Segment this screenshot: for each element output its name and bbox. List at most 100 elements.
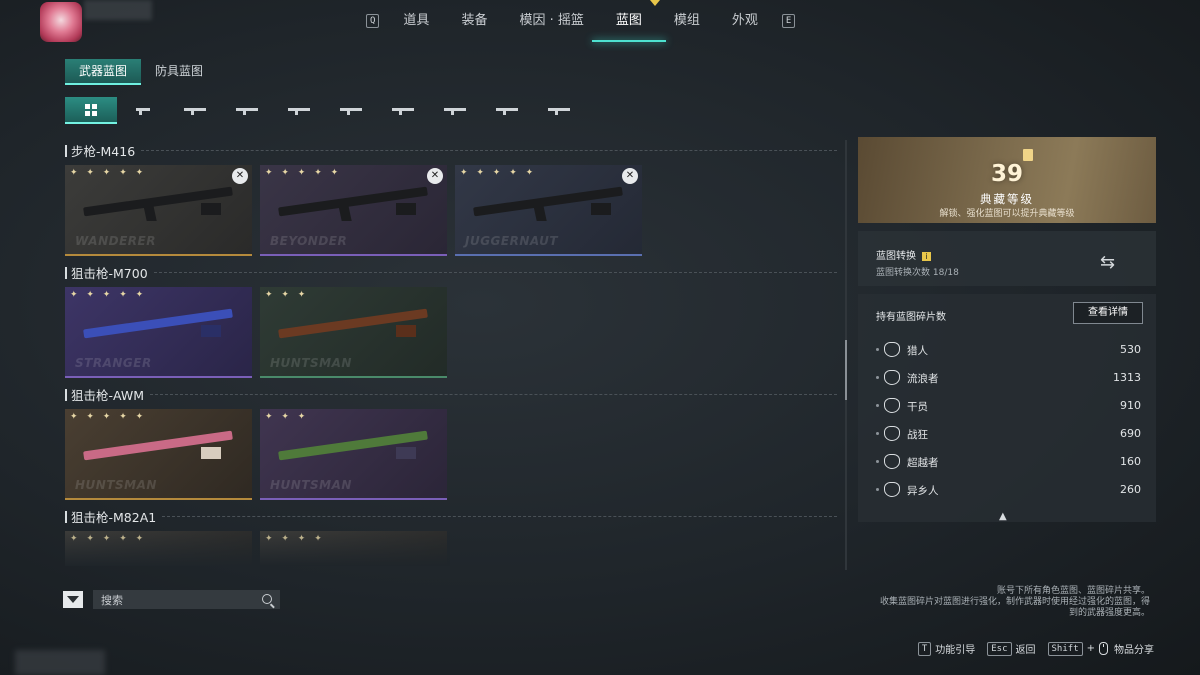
fragment-row: 流浪者 1313 [876, 368, 1141, 388]
swap-icon[interactable]: ⇆ [1100, 252, 1115, 273]
fragment-row: 超越者 160 [876, 452, 1141, 472]
hotkey-share[interactable]: Shift + 物品分享 [1047, 641, 1154, 656]
collection-level-number: 39 [990, 161, 1023, 187]
mouse-icon [1099, 642, 1108, 655]
weapon-image [473, 186, 623, 223]
redacted-info [15, 650, 105, 675]
filter-dmr[interactable] [533, 97, 585, 122]
filter-sniper[interactable] [169, 97, 221, 122]
filter-lmg[interactable] [429, 97, 481, 122]
tab-meme-cradle[interactable]: 模因 · 摇篮 [503, 0, 599, 42]
blueprint-card[interactable]: ✦ ✦ ✦ ✦ ✦ ✕ BEYONDER [260, 165, 447, 256]
hotkey-label: 返回 [1015, 645, 1036, 656]
filter-assault-rifle[interactable] [273, 97, 325, 122]
gift-icon [1023, 149, 1033, 161]
list-fade [65, 530, 450, 566]
fragment-count: 1313 [1113, 371, 1141, 384]
rifle-icon [340, 106, 362, 115]
filter-launcher[interactable] [481, 97, 533, 122]
tab-equipment[interactable]: 装备 [445, 0, 503, 42]
subtab-weapon-blueprints[interactable]: 武器蓝图 [65, 59, 142, 85]
tab-appearance[interactable]: 外观 [716, 0, 774, 42]
wanderer-emblem-icon [884, 370, 900, 385]
category-header: 狙击枪-M700 [65, 263, 837, 282]
weapon-image [83, 308, 233, 345]
category-header: 步枪-M416 [65, 141, 837, 160]
weapon-image [278, 186, 428, 223]
skin-name: HUNTSMAN [270, 356, 352, 370]
fragment-name: 流浪者 [907, 373, 939, 385]
subtab-armor-blueprints[interactable]: 防具蓝图 [141, 59, 217, 83]
prev-tab-key[interactable]: Q [366, 14, 380, 28]
plus-sign: + [1086, 643, 1095, 654]
collection-level-panel[interactable]: 39 典藏等级 解锁、强化蓝图可以提升典藏等级 [858, 137, 1156, 223]
hotkey-guide[interactable]: T 功能引导 [917, 641, 976, 656]
fragment-name: 战狂 [907, 429, 928, 441]
blueprint-card[interactable]: ✦ ✦ ✦ ✦ ✦ HUNTSMAN [65, 409, 252, 500]
collection-level-title: 典藏等级 [980, 192, 1034, 206]
sniper-icon [184, 106, 206, 115]
skin-name: JUGGERNAUT [465, 234, 559, 248]
skin-name: HUNTSMAN [270, 478, 352, 492]
blueprint-card[interactable]: ✦ ✦ ✦ ✦ ✦ ✕ WANDERER [65, 165, 252, 256]
key-shift: Shift [1047, 641, 1083, 656]
skin-name: STRANGER [75, 356, 152, 370]
category-header: 狙击枪-M82A1 [65, 507, 837, 526]
star-rating: ✦ ✦ ✦ ✦ ✦ [460, 168, 537, 178]
player-avatar[interactable] [40, 2, 82, 42]
weapon-type-filter [65, 97, 605, 124]
blueprint-card[interactable]: ✦ ✦ ✦ HUNTSMAN [260, 287, 447, 378]
beyonder-emblem-icon [884, 454, 900, 469]
next-tab-key[interactable]: E [781, 14, 796, 28]
grid-icon [85, 103, 97, 116]
fragment-name: 干员 [907, 401, 928, 413]
blueprint-note: 账号下所有角色蓝图、蓝图碎片共享。 收集蓝图碎片对蓝图进行强化，制作武器时使用经… [830, 586, 1150, 619]
player-name-redacted [84, 0, 152, 20]
tab-items[interactable]: 道具 [387, 0, 445, 42]
filter-all[interactable] [65, 97, 117, 124]
skin-name: WANDERER [75, 234, 156, 248]
filter-button[interactable] [63, 591, 83, 608]
fragment-row: 战狂 690 [876, 424, 1141, 444]
star-rating: ✦ ✦ ✦ ✦ ✦ [70, 290, 147, 300]
note-line-1: 账号下所有角色蓝图、蓝图碎片共享。 [996, 586, 1150, 596]
search-input[interactable]: 搜索 [93, 590, 280, 609]
filter-rifle[interactable] [325, 97, 377, 122]
weapon-image [278, 430, 428, 467]
filter-pistol[interactable] [117, 97, 169, 122]
blueprint-card[interactable]: ✦ ✦ ✦ ✦ ✦ ✕ JUGGERNAUT [455, 165, 642, 256]
category-title: 步枪-M416 [71, 144, 136, 159]
star-rating: ✦ ✦ ✦ [265, 412, 309, 422]
hotkey-label: 功能引导 [935, 645, 976, 656]
filter-smg[interactable] [221, 97, 273, 122]
view-details-button[interactable]: 查看详情 [1073, 302, 1143, 324]
star-rating: ✦ ✦ ✦ [265, 290, 309, 300]
conversion-title: 蓝图转换 i [876, 247, 931, 262]
shotgun-icon [392, 106, 414, 115]
blueprint-subtabs: 武器蓝图 防具蓝图 [65, 59, 217, 85]
blueprint-card[interactable]: ✦ ✦ ✦ HUNTSMAN [260, 409, 447, 500]
star-rating: ✦ ✦ ✦ ✦ ✦ [70, 168, 147, 178]
key-t: T [917, 641, 932, 656]
hotkey-label: 物品分享 [1114, 645, 1154, 656]
top-navigation: Q 道具 装备 模因 · 摇篮 蓝图 模组 外观 E [358, 0, 803, 42]
tab-blueprints[interactable]: 蓝图 [591, 0, 666, 42]
tab-mods[interactable]: 模组 [658, 0, 716, 42]
fragment-row: 异乡人 260 [876, 480, 1141, 500]
filter-shotgun[interactable] [377, 97, 429, 122]
info-icon[interactable]: i [922, 252, 931, 261]
locked-icon: ✕ [622, 168, 638, 184]
hunter-emblem-icon [884, 342, 900, 357]
search-icon[interactable] [262, 594, 272, 604]
star-rating: ✦ ✦ ✦ ✦ ✦ [265, 168, 342, 178]
hotkey-back[interactable]: Esc 返回 [987, 641, 1036, 656]
blueprint-card[interactable]: ✦ ✦ ✦ ✦ ✦ STRANGER [65, 287, 252, 378]
scrollbar-thumb[interactable] [845, 340, 847, 400]
fragments-panel: 持有蓝图碎片数 查看详情 猎人 530 流浪者 1313 干员 910 战狂 6… [858, 294, 1156, 522]
collapse-caret-icon[interactable]: ▲ [999, 511, 1007, 522]
note-line-2: 收集蓝图碎片对蓝图进行强化，制作武器时使用经过强化的蓝图，得 [879, 597, 1150, 607]
fragment-count: 260 [1120, 483, 1141, 496]
blueprint-conversion-panel: 蓝图转换 i 蓝图转换次数 18/18 ⇆ [858, 231, 1156, 286]
locked-icon: ✕ [232, 168, 248, 184]
weapon-image [83, 186, 233, 223]
